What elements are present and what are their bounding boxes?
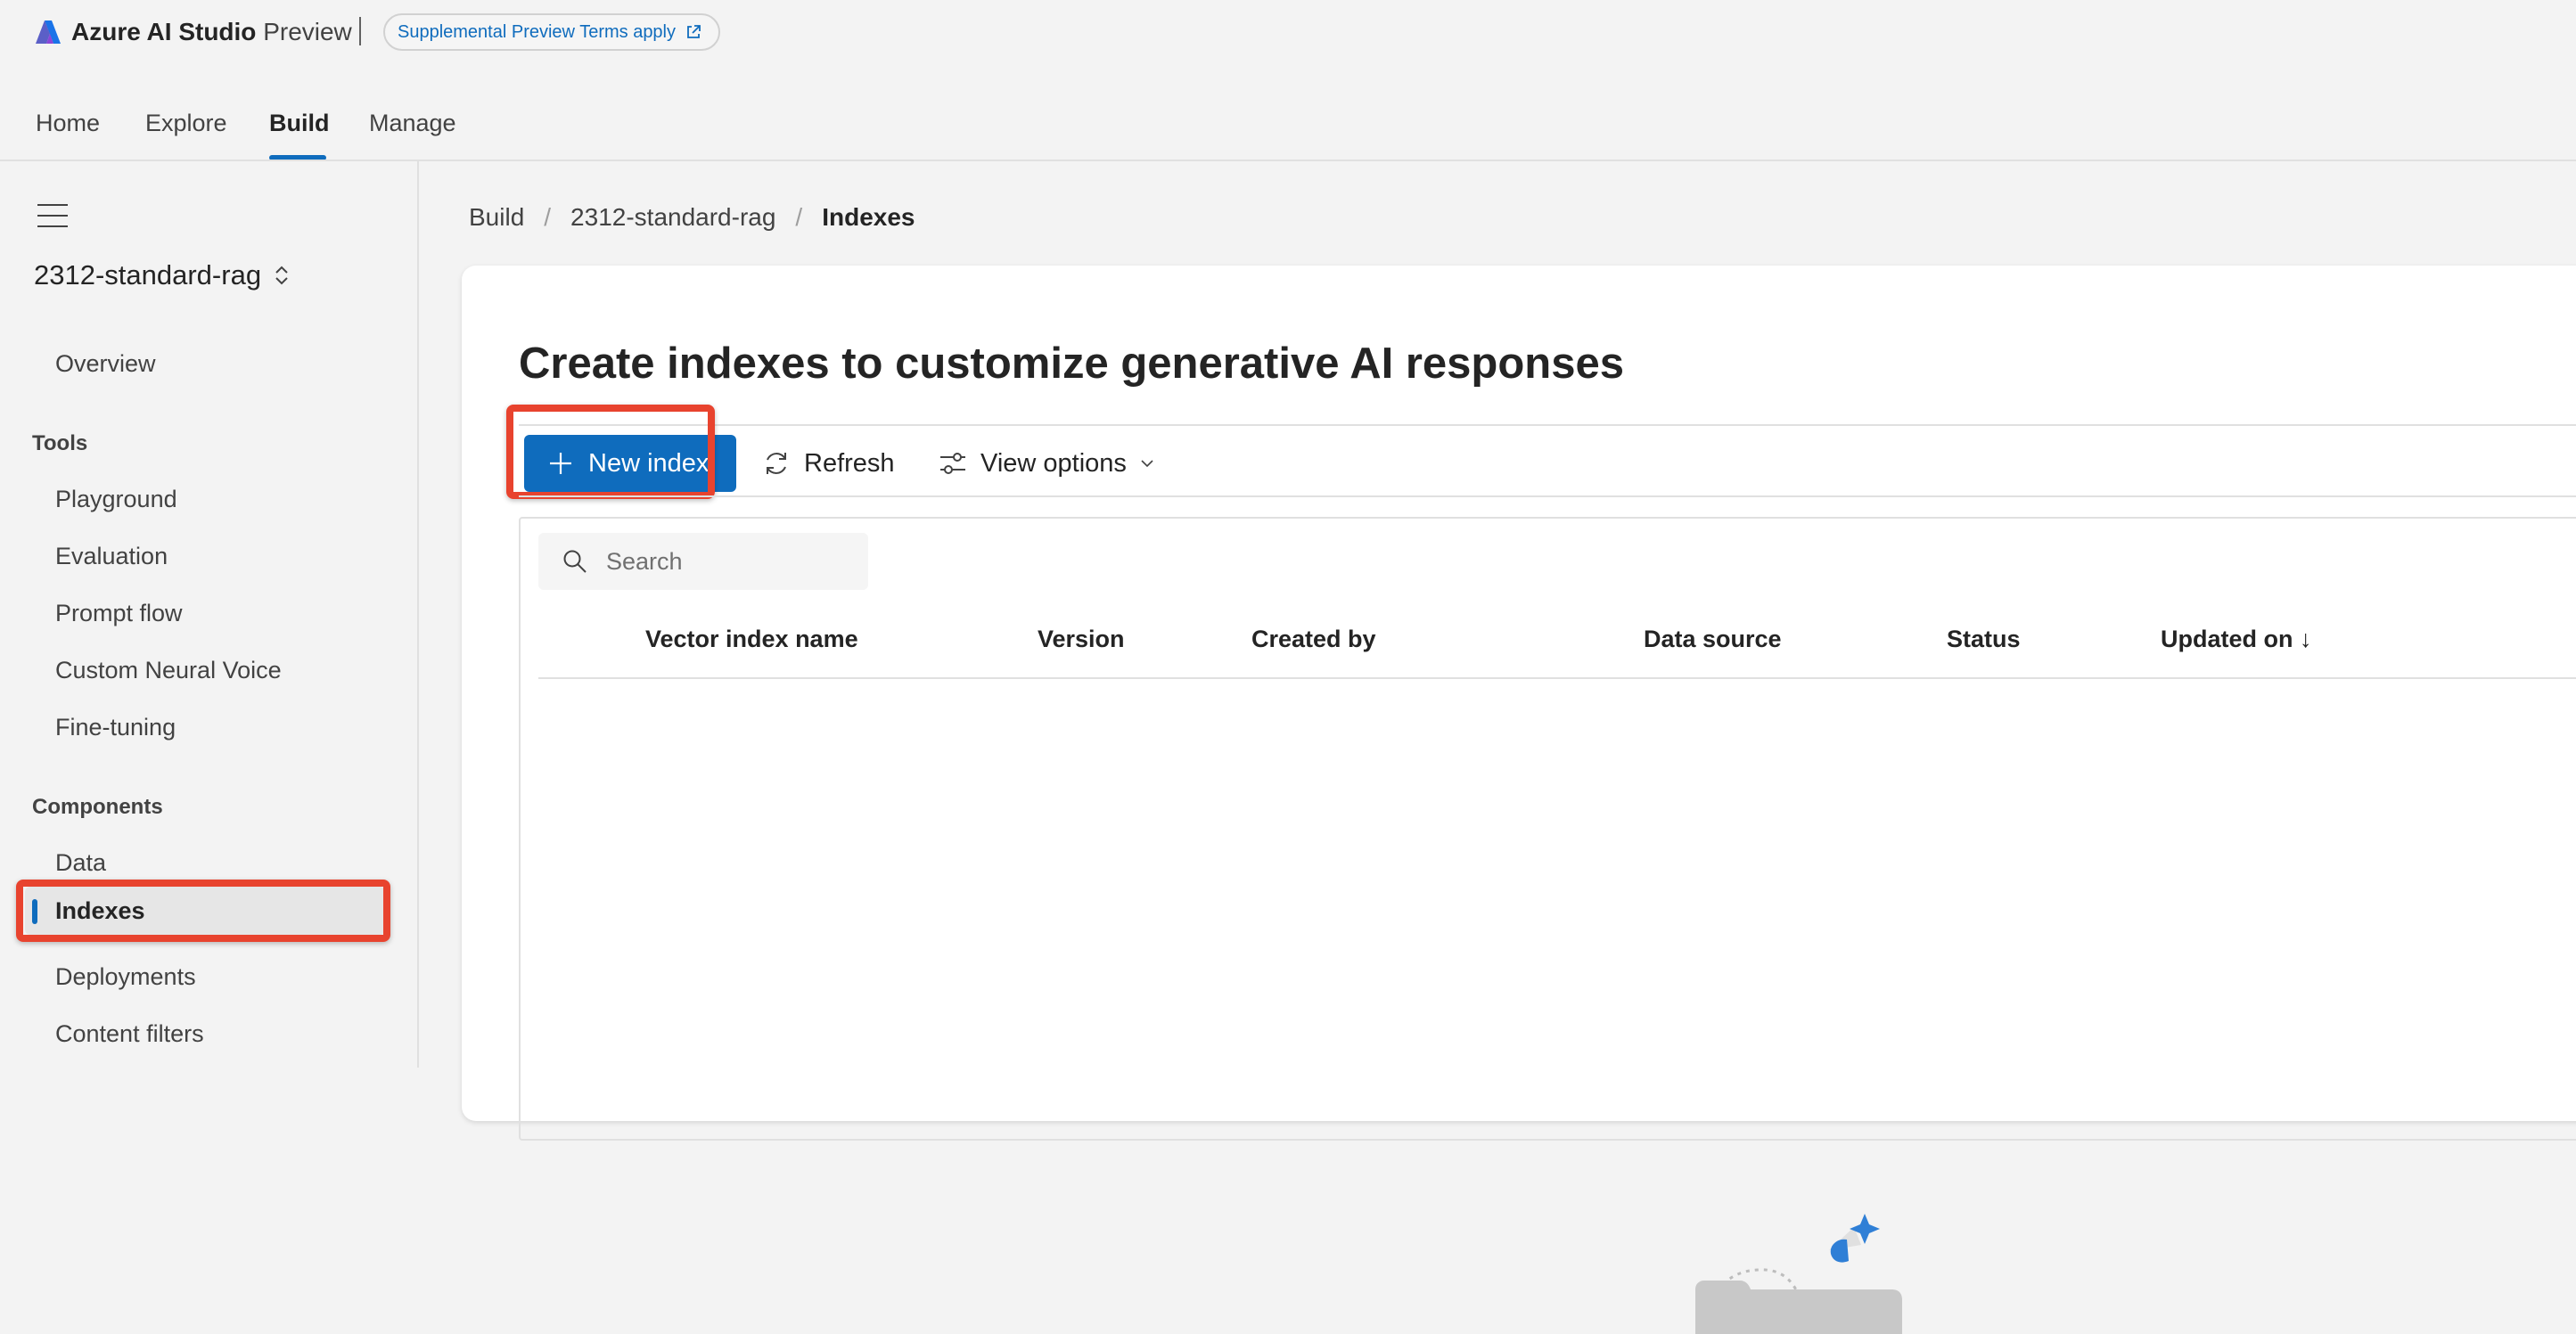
- search-input[interactable]: [606, 547, 838, 576]
- tab-home[interactable]: Home: [36, 89, 100, 160]
- tab-build[interactable]: Build: [269, 89, 330, 160]
- breadcrumb-build[interactable]: Build: [469, 203, 524, 232]
- sidebar-item-custom-neural-voice[interactable]: Custom Neural Voice: [55, 657, 282, 684]
- highlight-box-new-index: [506, 405, 715, 499]
- empty-state-illustration: [1695, 1214, 1902, 1334]
- refresh-icon: [767, 453, 786, 474]
- refresh-label: Refresh: [804, 448, 895, 478]
- sidebar-item-playground[interactable]: Playground: [55, 486, 177, 513]
- view-options-button[interactable]: View options: [938, 435, 1155, 492]
- view-options-label: View options: [980, 448, 1127, 478]
- preview-terms-label: Supplemental Preview Terms apply: [398, 21, 677, 42]
- tab-explore[interactable]: Explore: [145, 89, 227, 160]
- refresh-button[interactable]: Refresh: [761, 435, 895, 492]
- search-box[interactable]: [538, 533, 868, 590]
- title-divider: [359, 17, 361, 45]
- external-link-icon: [687, 25, 701, 38]
- breadcrumb-separator: /: [795, 203, 803, 231]
- column-header-status[interactable]: Status: [1947, 626, 2021, 653]
- hamburger-menu-icon[interactable]: [37, 204, 68, 229]
- search-icon: [563, 550, 587, 573]
- app-suffix: Preview: [263, 18, 352, 45]
- app-title[interactable]: Azure AI Studio Preview: [71, 18, 352, 46]
- column-header-updated-on[interactable]: Updated on ↓: [2161, 626, 2312, 653]
- project-name: 2312-standard-rag: [34, 259, 262, 291]
- main-card: Create indexes to customize generative A…: [462, 266, 2576, 1334]
- sidebar-divider: [417, 161, 419, 1068]
- table-header-divider: [538, 677, 2576, 679]
- breadcrumb-separator: /: [544, 203, 552, 231]
- preview-terms-link[interactable]: Supplemental Preview Terms apply: [383, 13, 721, 51]
- column-header-version[interactable]: Version: [1038, 626, 1125, 653]
- toolbar-divider-bottom: [519, 495, 2576, 497]
- breadcrumb-current: Indexes: [822, 203, 915, 231]
- breadcrumb-project[interactable]: 2312-standard-rag: [570, 203, 775, 232]
- column-header-vector-index-name[interactable]: Vector index name: [645, 626, 858, 653]
- breadcrumb: Build / 2312-standard-rag / Indexes: [469, 203, 915, 232]
- toolbar-divider-top: [519, 424, 2576, 426]
- sidebar-item-content-filters[interactable]: Content filters: [55, 1020, 204, 1048]
- sidebar: 2312-standard-rag Overview Tools Playgro…: [0, 161, 417, 1068]
- sidebar-item-prompt-flow[interactable]: Prompt flow: [55, 600, 183, 627]
- sidebar-heading-tools: Tools: [32, 431, 88, 455]
- column-header-created-by[interactable]: Created by: [1251, 626, 1376, 653]
- sliders-icon: [940, 453, 965, 474]
- column-header-data-source[interactable]: Data source: [1644, 626, 1782, 653]
- sidebar-item-fine-tuning[interactable]: Fine-tuning: [55, 714, 176, 741]
- sidebar-item-deployments[interactable]: Deployments: [55, 963, 196, 991]
- highlight-box-indexes: [16, 880, 390, 942]
- chevron-down-icon: [1141, 460, 1153, 468]
- app-name: Azure AI Studio: [71, 18, 257, 45]
- tab-build-label: Build: [269, 110, 330, 136]
- sidebar-heading-components: Components: [32, 795, 163, 819]
- top-bar: Azure AI Studio Preview Supplemental Pre…: [0, 0, 2576, 64]
- sidebar-item-overview[interactable]: Overview: [55, 350, 156, 378]
- index-table: Vector index name Version Created by Dat…: [519, 517, 2576, 1334]
- tab-manage[interactable]: Manage: [369, 89, 456, 160]
- chevron-up-down-icon: [275, 266, 288, 285]
- page-title: Create indexes to customize generative A…: [519, 340, 1624, 388]
- sidebar-item-evaluation[interactable]: Evaluation: [55, 543, 168, 570]
- project-selector[interactable]: 2312-standard-rag: [34, 259, 291, 291]
- sidebar-item-data[interactable]: Data: [55, 849, 106, 877]
- azure-ai-logo-icon: [36, 20, 61, 44]
